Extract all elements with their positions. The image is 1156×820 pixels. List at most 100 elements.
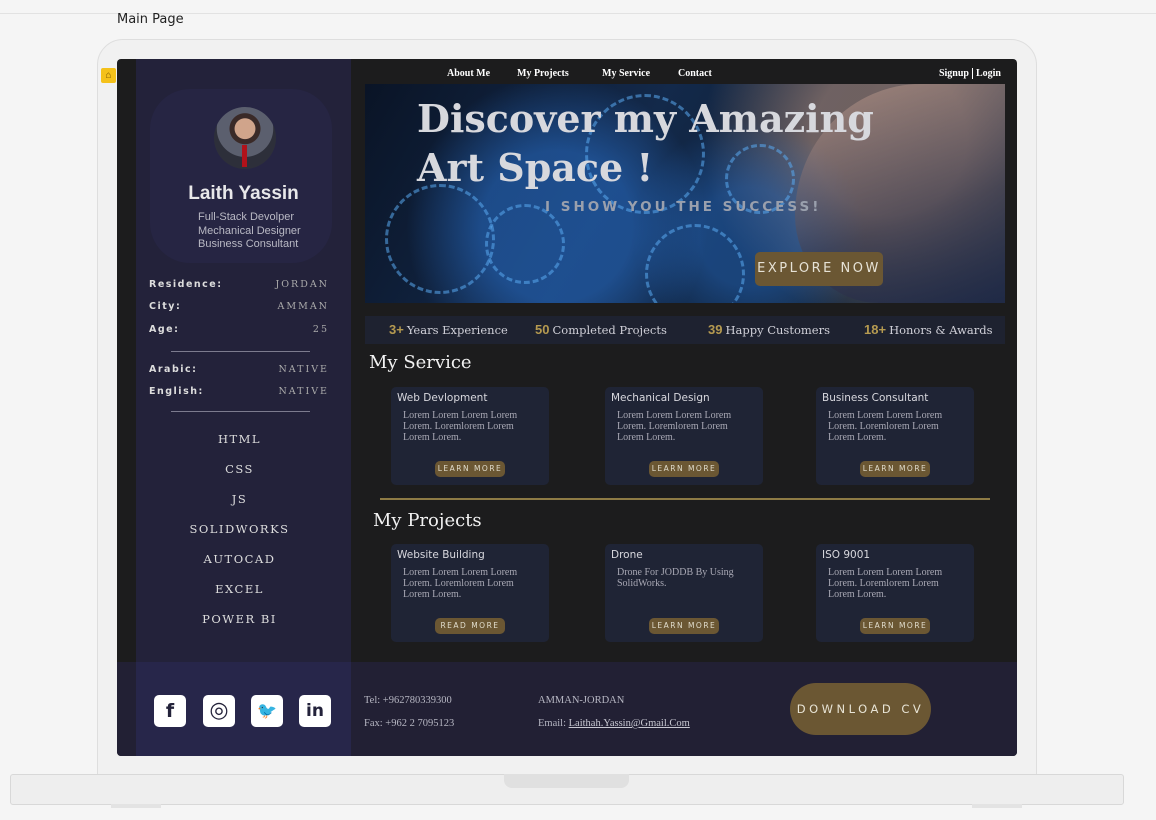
card-title: Business Consultant — [822, 392, 929, 404]
stat-label: Happy Customers — [725, 323, 830, 337]
footer-location: AMMAN-JORDAN — [538, 695, 625, 706]
section-divider — [380, 498, 990, 500]
email-label: Email: — [538, 718, 569, 729]
skill-autocad: AUTOCAD — [203, 552, 276, 566]
stat-number: 50 — [535, 322, 550, 337]
role-item: Full-Stack Devolper — [198, 211, 294, 223]
skill-solidworks: SOLIDWORKS — [189, 522, 290, 536]
footer-fax: Fax: +962 2 7095123 — [364, 718, 455, 729]
learn-more-button[interactable]: LEARN MORE — [860, 618, 930, 634]
nav-my-service[interactable]: My Service — [602, 68, 650, 79]
nav-contact[interactable]: Contact — [678, 68, 712, 79]
service-card: Mechanical Design Lorem Lorem Lorem Lore… — [605, 387, 763, 485]
card-title: Website Building — [397, 549, 485, 561]
card-desc: Lorem Lorem Lorem Lorem Lorem. Loremlore… — [828, 410, 943, 444]
projects-title: My Projects — [373, 510, 482, 531]
skill-css: CSS — [225, 462, 254, 476]
learn-more-button[interactable]: LEARN MORE — [435, 461, 505, 477]
info-label: City: — [149, 301, 182, 312]
card-desc: Lorem Lorem Lorem Lorem Lorem. Loremlore… — [403, 567, 518, 601]
card-desc: Lorem Lorem Lorem Lorem Lorem. Loremlore… — [403, 410, 518, 444]
auth-links: Signup Login — [939, 68, 1001, 80]
card-title: ISO 9001 — [822, 549, 871, 561]
footer: f ◎ 🐦 in Tel: +962780339300 Fax: +962 2 … — [117, 662, 1017, 756]
info-value: 25 — [312, 324, 329, 335]
project-card: Drone Drone For JODDB By Using SolidWork… — [605, 544, 763, 642]
login-link[interactable]: Login — [976, 68, 1001, 79]
learn-more-button[interactable]: LEARN MORE — [860, 461, 930, 477]
divider — [171, 411, 310, 412]
role-item: Business Consultant — [198, 238, 299, 250]
project-card: ISO 9001 Lorem Lorem Lorem Lorem Lorem. … — [816, 544, 974, 642]
avatar — [214, 107, 276, 169]
info-row-city: City: AMMAN — [149, 301, 329, 312]
info-row-residence: Residence: JORDAN — [149, 279, 329, 290]
nav-my-projects[interactable]: My Projects — [517, 68, 569, 79]
explore-now-button[interactable]: EXPLORE NOW — [755, 252, 883, 286]
role-item: Mechanical Designer — [198, 224, 301, 237]
info-label: Residence: — [149, 279, 223, 290]
laptop-foot-right — [972, 804, 1022, 808]
stat-customers: 39 Happy Customers — [708, 322, 830, 337]
hero-tagline: I SHOW YOU THE SUCCESS! — [545, 199, 822, 215]
gear-decoration — [385, 184, 495, 294]
stat-awards: 18+ Honors & Awards — [864, 322, 993, 337]
twitter-icon[interactable]: 🐦 — [251, 695, 283, 727]
info-row-english: English: NATIVE — [149, 386, 329, 397]
divider — [171, 351, 310, 352]
stat-projects: 50 Completed Projects — [535, 322, 667, 337]
facebook-icon[interactable]: f — [154, 695, 186, 727]
nav-about-me[interactable]: About Me — [447, 68, 490, 79]
read-more-button[interactable]: READ MORE — [435, 618, 505, 634]
stat-number: 39 — [708, 322, 723, 337]
info-row-age: Age: 25 — [149, 324, 329, 335]
hero-title: Discover my Amazing Art Space ! — [417, 94, 917, 192]
card-title: Web Devlopment — [397, 392, 488, 404]
gear-decoration — [485, 204, 565, 284]
footer-tel: Tel: +962780339300 — [364, 695, 452, 706]
skill-power-bi: POWER BI — [202, 612, 277, 626]
skill-excel: EXCEL — [215, 582, 264, 596]
stat-experience: 3+ Years Experience — [389, 322, 508, 337]
stats-bar: 3+ Years Experience 50 Completed Projects … — [365, 316, 1005, 344]
stat-number: 18+ — [864, 322, 887, 337]
card-title: Mechanical Design — [611, 392, 710, 404]
website-screen: Laith Yassin Full-Stack Devolper Mechani… — [117, 59, 1017, 756]
info-value: JORDAN — [275, 279, 329, 290]
linkedin-icon[interactable]: in — [299, 695, 331, 727]
laptop-notch — [504, 774, 629, 788]
stat-label: Honors & Awards — [889, 323, 993, 337]
auth-separator — [971, 68, 973, 80]
footer-social-panel: f ◎ 🐦 in — [136, 662, 351, 756]
hero-banner: Discover my Amazing Art Space ! I SHOW YO… — [365, 84, 1005, 303]
language-label: Arabic: — [149, 364, 198, 375]
stat-label: Years Experience — [406, 323, 508, 337]
skill-html: HTML — [217, 432, 262, 446]
language-value: NATIVE — [278, 386, 329, 397]
card-desc: Drone For JODDB By Using SolidWorks. — [617, 567, 734, 590]
skill-js: JS — [231, 492, 248, 506]
card-title: Drone — [611, 549, 643, 561]
profile-name: Laith Yassin — [188, 183, 299, 204]
card-desc: Lorem Lorem Lorem Lorem Lorem. Loremlore… — [617, 410, 732, 444]
services-title: My Service — [369, 352, 472, 373]
service-card: Business Consultant Lorem Lorem Lorem Lo… — [816, 387, 974, 485]
info-value: AMMAN — [277, 301, 329, 312]
card-desc: Lorem Lorem Lorem Lorem Lorem. Loremlore… — [828, 567, 943, 601]
hero-title-line1: Discover my Amazing — [417, 96, 874, 141]
learn-more-button[interactable]: LEARN MORE — [649, 461, 719, 477]
stat-label: Completed Projects — [552, 323, 667, 337]
laptop-foot-left — [111, 804, 161, 808]
learn-more-button[interactable]: LEARN MORE — [649, 618, 719, 634]
instagram-icon[interactable]: ◎ — [203, 695, 235, 727]
signup-link[interactable]: Signup — [939, 68, 969, 79]
language-value: NATIVE — [278, 364, 329, 375]
hero-title-line2: Art Space ! — [417, 145, 654, 190]
home-icon[interactable]: ⌂ — [101, 68, 116, 83]
download-cv-button[interactable]: DOWNLOAD CV — [790, 683, 931, 735]
language-label: English: — [149, 386, 204, 397]
email-link[interactable]: Laithah.Yassin@Gmail.Com — [569, 718, 690, 729]
info-row-arabic: Arabic: NATIVE — [149, 364, 329, 375]
info-label: Age: — [149, 324, 180, 335]
sidebar: Laith Yassin Full-Stack Devolper Mechani… — [136, 59, 351, 756]
